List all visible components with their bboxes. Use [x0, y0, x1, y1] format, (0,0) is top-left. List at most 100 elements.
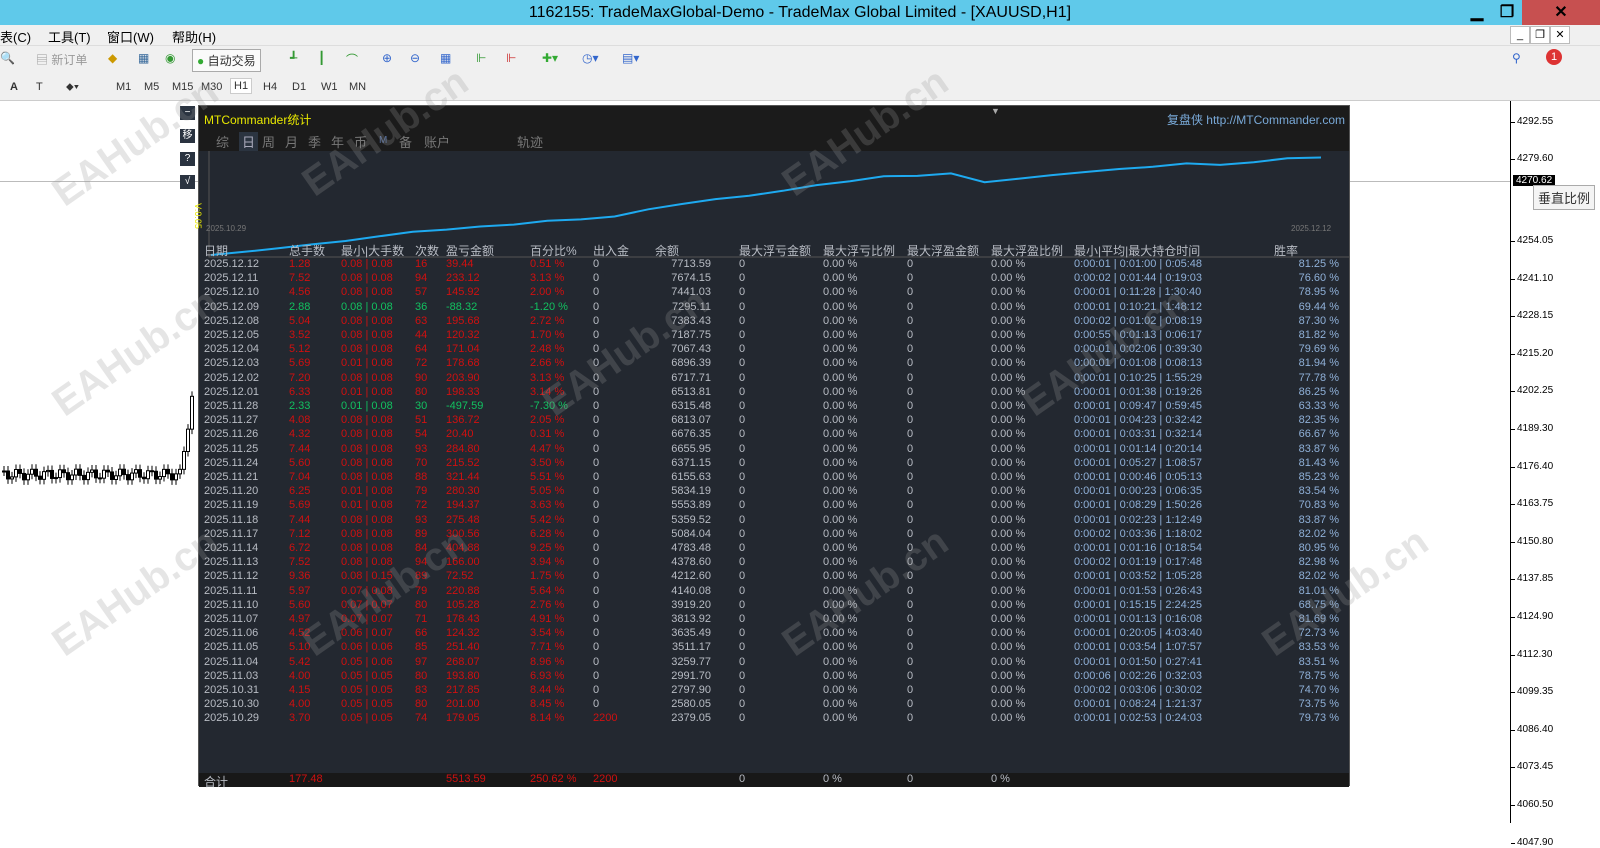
tab-7[interactable]: M [379, 135, 387, 146]
cell-1: 4.32 [289, 428, 311, 441]
cell-7: 7713.59 [671, 258, 711, 270]
tf-h1[interactable]: H1 [230, 78, 253, 94]
cell-13: 78.75 % [1298, 669, 1339, 682]
tf-m1[interactable]: M1 [116, 81, 131, 93]
cell-1: 5.60 [289, 456, 311, 469]
arrows-icon[interactable]: ⬥▾ [66, 81, 79, 94]
collapse-button[interactable]: − [180, 106, 195, 120]
help-button[interactable]: ? [180, 152, 195, 166]
total-lots: 177.48 [289, 773, 323, 785]
cell-2: 0.05 | 0.05 [341, 698, 393, 711]
line-chart-icon[interactable]: ⌒ [346, 51, 358, 68]
cell-9: 0.00 % [823, 598, 858, 611]
tab-6[interactable]: 币 [354, 132, 367, 151]
cell-3: 93 [415, 513, 428, 526]
cell-8: 0 [739, 400, 746, 412]
dropdown-arrow-icon[interactable]: ▼ [991, 106, 1000, 116]
cell-2: 0.08 | 0.08 [341, 272, 393, 285]
periods-icon[interactable]: ◷▾ [582, 51, 599, 65]
zoom-out-icon[interactable]: ⊖ [410, 51, 420, 65]
signals-icon[interactable]: ◉ [165, 51, 175, 65]
cell-13: 81.82 % [1298, 329, 1339, 341]
menu-tools[interactable]: 工具(T) [48, 27, 91, 46]
table-row: 2025.11.07 4.97 0.07 | 0.07 71 178.43 4.91 % 0… [199, 613, 1349, 627]
tf-w1[interactable]: W1 [321, 81, 338, 93]
tf-m30[interactable]: M30 [201, 81, 222, 93]
notification-badge[interactable]: 1 [1546, 49, 1562, 65]
tf-mn[interactable]: MN [349, 81, 366, 93]
maximize-button[interactable]: ❐ [1492, 0, 1522, 25]
chart-shift-icon[interactable]: ⊩ [506, 51, 516, 65]
tab-5[interactable]: 年 [331, 132, 344, 151]
cell-11: 0.00 % [991, 272, 1026, 285]
mdi-restore-button[interactable]: ❐ [1530, 26, 1550, 44]
indicators-icon[interactable]: ✚▾ [542, 51, 558, 65]
cell-9: 0.00 % [823, 329, 858, 341]
cell-6: 0 [593, 527, 600, 540]
cell-4: 203.90 [446, 371, 480, 384]
auto-trading-button[interactable]: ● 自动交易 [192, 49, 261, 72]
table-row: 2025.11.19 5.69 0.01 | 0.08 72 194.37 3.63 % 0… [199, 499, 1349, 513]
tf-h4[interactable]: H4 [263, 81, 277, 93]
cell-6: 0 [593, 471, 600, 483]
text-label-icon[interactable]: T [36, 81, 43, 93]
cell-5: 5.51 % [530, 471, 565, 483]
text-tool-icon[interactable]: A [10, 81, 18, 93]
chart-start-date: 2025.10.29 [206, 224, 247, 233]
new-order-button[interactable]: ▤ 新订单 [36, 51, 87, 68]
tab-0[interactable]: 综 [216, 132, 229, 151]
tab-2[interactable]: 周 [262, 132, 275, 151]
cell-5: 3.63 % [530, 499, 565, 512]
print-preview-icon[interactable]: 🔍 [0, 51, 15, 65]
menu-charts[interactable]: 表(C) [0, 27, 31, 46]
market-watch-icon[interactable]: ◆ [108, 51, 117, 65]
tf-m15[interactable]: M15 [172, 81, 193, 93]
cell-3: 90 [415, 371, 428, 384]
minimize-button[interactable]: ▁ [1462, 0, 1492, 25]
tab-10[interactable]: 轨迹 [517, 132, 543, 151]
brand-link[interactable]: 复盘侠 http://MTCommander.com [1167, 111, 1345, 128]
table-row: 2025.11.11 5.97 0.07 | 0.08 79 220.88 5.64 % 0… [199, 585, 1349, 599]
auto-scroll-icon[interactable]: ⊩ [476, 51, 486, 65]
cell-7: 7187.75 [671, 329, 711, 341]
menu-window[interactable]: 窗口(W) [107, 27, 154, 46]
tab-3[interactable]: 月 [285, 132, 298, 151]
data-window-icon[interactable]: ▦ [138, 51, 149, 65]
cell-11: 0.00 % [991, 655, 1026, 668]
cell-7: 6371.15 [671, 456, 711, 469]
table-row: 2025.10.29 3.70 0.05 | 0.05 74 179.05 8.14 % 2… [199, 712, 1349, 726]
cell-4: 194.37 [446, 499, 480, 512]
cell-6: 0 [593, 456, 600, 469]
cell-13: 79.69 % [1298, 343, 1339, 356]
mdi-minimize-button[interactable]: _ [1510, 26, 1530, 44]
cell-3: 79 [415, 485, 428, 498]
tile-windows-icon[interactable]: ▦ [440, 51, 451, 65]
templates-icon[interactable]: ▤▾ [622, 51, 639, 65]
cell-1: 5.04 [289, 314, 311, 327]
close-button[interactable]: ✕ [1522, 0, 1600, 25]
candle-body [18, 468, 22, 474]
cell-3: 70 [415, 456, 428, 469]
tab-4[interactable]: 季 [308, 132, 321, 151]
bar-chart-icon[interactable]: ┹ [290, 51, 297, 65]
check-button[interactable]: √ [180, 175, 195, 189]
cell-1: 4.56 [289, 286, 311, 299]
tf-m5[interactable]: M5 [144, 81, 159, 93]
search-icon[interactable]: ⚲ [1512, 51, 1521, 65]
move-button[interactable]: 移 [180, 129, 195, 143]
tab-9[interactable]: 账户 [424, 132, 450, 151]
price-tick: 4163.75 [1510, 498, 1554, 510]
mdi-close-button[interactable]: ✕ [1550, 26, 1570, 44]
candlestick-icon[interactable]: ┃ [318, 51, 325, 65]
tab-8[interactable]: 备 [399, 132, 412, 151]
cell-6: 0 [593, 400, 600, 412]
cell-0: 2025.12.01 [204, 385, 260, 398]
cell-12: 0:00:01 | 0:10:25 | 1:55:29 [1074, 371, 1203, 384]
zoom-in-icon[interactable]: ⊕ [382, 51, 392, 65]
cell-5: 3.54 % [530, 627, 565, 640]
candlesticks [2, 391, 194, 485]
cell-1: 5.60 [289, 598, 311, 611]
menu-help[interactable]: 帮助(H) [172, 27, 216, 46]
tf-d1[interactable]: D1 [292, 81, 306, 93]
tab-1[interactable]: 日 [239, 132, 259, 151]
